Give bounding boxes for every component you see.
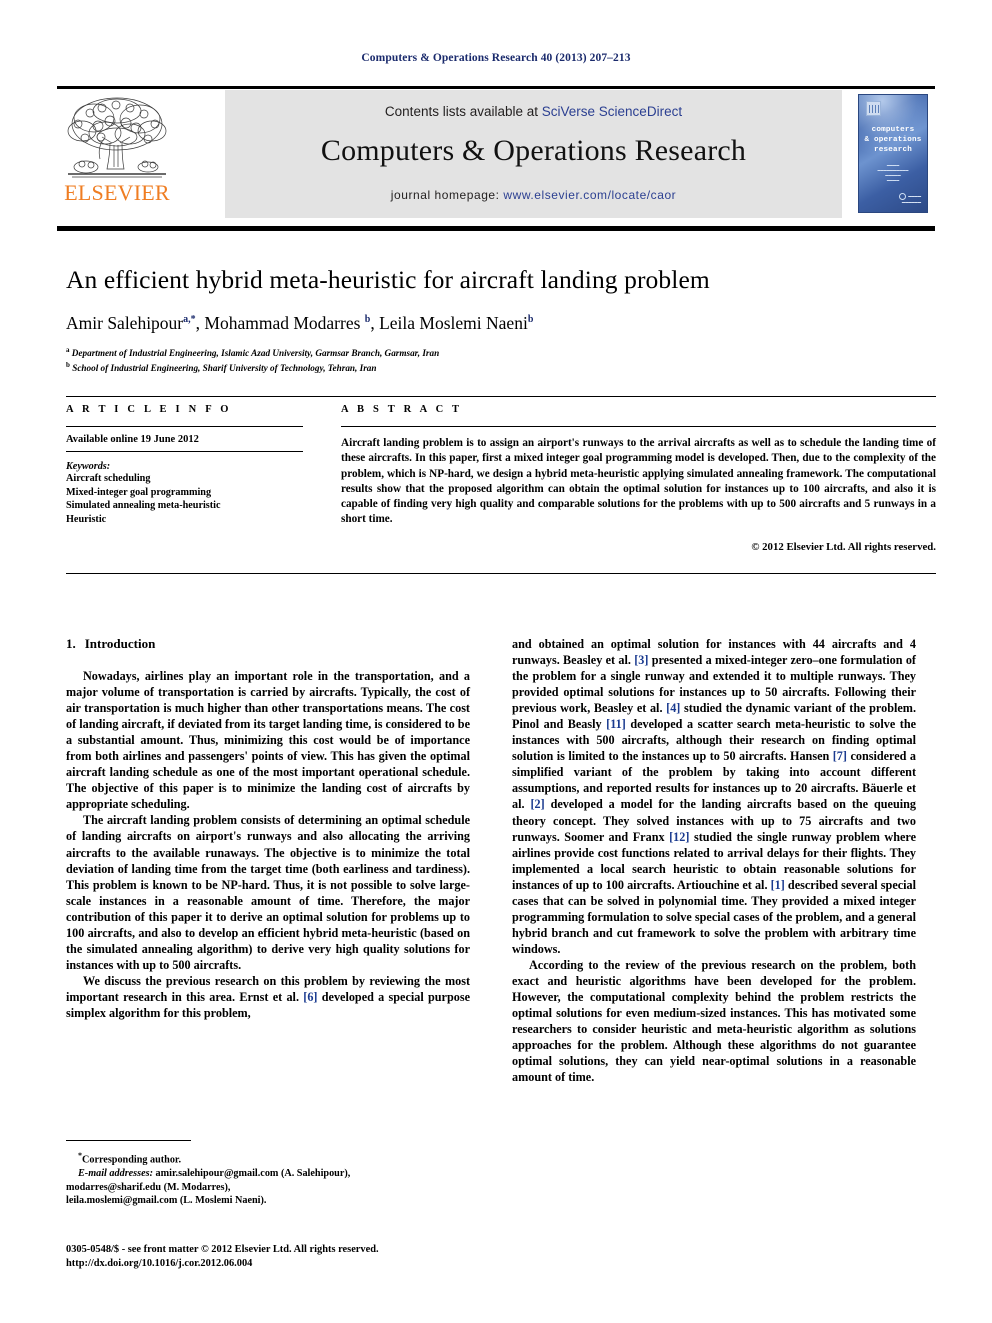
paragraph: The aircraft landing problem consists of… (66, 813, 470, 972)
author-name: Leila Moslemi Naeni (379, 312, 528, 333)
cover-title-line1: computers (871, 126, 915, 134)
abstract-text: Aircraft landing problem is to assign an… (341, 437, 936, 526)
author-list: Amir Salehipoura,*, Mohammad Modarres b,… (66, 312, 534, 333)
keyword-item: Aircraft scheduling (66, 473, 151, 484)
citation-ref[interactable]: [7] (833, 749, 847, 763)
citation-ref[interactable]: [3] (634, 653, 648, 667)
abstract-copyright: © 2012 Elsevier Ltd. All rights reserved… (751, 540, 936, 553)
email-note-line: E-mail addresses: amir.salehipour@gmail.… (66, 1167, 470, 1181)
citation-ref[interactable]: [1] (771, 878, 785, 892)
article-info-column: A R T I C L E I N F O Available online 1… (66, 404, 303, 526)
corresponding-author-note: *Corresponding author. (66, 1149, 470, 1167)
section-title: Introduction (84, 636, 156, 651)
footnote-rule (66, 1140, 191, 1141)
corresponding-author-star: * (190, 314, 196, 325)
imprint-block: 0305-0548/$ - see front matter © 2012 El… (66, 1243, 536, 1271)
available-online: Available online 19 June 2012 (66, 434, 303, 452)
cover-artwork: computers & operations research ▬▬▬▬ ▬▬▬▬… (858, 94, 928, 213)
masthead-bottom-rule (57, 226, 935, 231)
info-bottom-rule (66, 573, 936, 574)
email-value[interactable]: amir.salehipour@gmail.com (A. Salehipour… (153, 1168, 351, 1179)
paragraph: Nowadays, airlines play an important rol… (66, 669, 470, 812)
cover-title: computers & operations research (859, 125, 927, 155)
paragraph: According to the review of the previous … (512, 957, 916, 1085)
paper-page: Computers & Operations Research 40 (2013… (0, 0, 992, 1323)
affiliation-text: Department of Industrial Engineering, Is… (71, 347, 440, 358)
affiliation-marker: b (66, 361, 70, 370)
paper-title: An efficient hybrid meta-heuristic for a… (66, 265, 710, 294)
citation-ref[interactable]: [11] (606, 717, 626, 731)
affiliation-item: a Department of Industrial Engineering, … (66, 344, 936, 360)
author-affil-marker: b (527, 314, 534, 325)
keyword-item: Mixed-integer goal programming (66, 486, 212, 498)
elsevier-wordmark: ELSEVIER (64, 180, 170, 205)
cover-sciencedirect-icon (899, 193, 907, 201)
journal-banner: Contents lists available at SciVerse Sci… (225, 90, 842, 218)
homepage-prefix: journal homepage: (390, 188, 504, 202)
email-label: E-mail addresses: (78, 1167, 153, 1179)
keyword-item: Heuristic (66, 513, 107, 525)
abstract-heading: A B S T R A C T (341, 404, 463, 415)
running-head: Computers & Operations Research 40 (2013… (361, 52, 631, 64)
cover-subtitle: ▬▬▬▬ ▬▬▬▬▬▬▬▬▬▬ ▬▬▬▬▬ ▬▬▬▬ (877, 163, 909, 182)
citation-ref[interactable]: [4] (666, 701, 680, 715)
journal-homepage-line: journal homepage: www.elsevier.com/locat… (225, 188, 842, 202)
journal-title: Computers & Operations Research (320, 134, 747, 167)
email-note-line[interactable]: leila.moslemi@gmail.com (L. Moslemi Naen… (66, 1194, 470, 1208)
cover-footer: ▬▬▬▬ ▬▬▬▬▬▬ (869, 193, 921, 205)
contents-lists-prefix: Contents lists available at (384, 104, 542, 119)
sciencedirect-link[interactable]: SciVerse ScienceDirect (542, 104, 682, 119)
author-name: Amir Salehipour (66, 312, 184, 333)
keywords-label: Keywords: (66, 461, 111, 472)
email-note-line[interactable]: modarres@sharif.edu (M. Modarres), (66, 1181, 470, 1195)
citation-ref[interactable]: [2] (530, 797, 544, 811)
cover-title-line3: research (873, 146, 913, 154)
author-affil-marker: b (364, 314, 371, 325)
affiliation-text: School of Industrial Engineering, Sharif… (72, 363, 377, 374)
paragraph: We discuss the previous research on this… (66, 973, 470, 1021)
author-affil-marker: a, (183, 314, 191, 325)
article-info-heading-rule (66, 426, 303, 427)
journal-cover-thumbnail: computers & operations research ▬▬▬▬ ▬▬▬▬… (850, 89, 935, 218)
citation-ref[interactable]: [6] (303, 990, 317, 1004)
masthead-top-rule (57, 86, 935, 89)
title-block: An efficient hybrid meta-heuristic for a… (66, 265, 936, 375)
section-heading-introduction: 1. Introduction (66, 636, 470, 652)
citation-ref[interactable]: [12] (669, 830, 689, 844)
abstract-heading-rule (341, 426, 936, 427)
cover-elsevier-icon (866, 101, 881, 116)
issn-copyright-line: 0305-0548/$ - see front matter © 2012 El… (66, 1244, 379, 1255)
affiliation-item: b School of Industrial Engineering, Shar… (66, 359, 936, 375)
abstract-column: A B S T R A C T Aircraft landing problem… (341, 404, 936, 553)
journal-masthead: ELSEVIER Contents lists available at Sci… (57, 86, 935, 231)
doi-line[interactable]: http://dx.doi.org/10.1016/j.cor.2012.06.… (66, 1257, 536, 1271)
corresponding-author-text: Corresponding author. (82, 1154, 182, 1166)
keyword-item: Simulated annealing meta-heuristic (66, 500, 221, 511)
homepage-link[interactable]: www.elsevier.com/locate/caor (503, 188, 676, 202)
footnote-area: *Corresponding author. E-mail addresses:… (66, 1140, 470, 1208)
author-name: Mohammad Modarres (204, 312, 361, 333)
affiliation-marker: a (66, 345, 70, 354)
cover-title-line2: & operations (864, 136, 922, 144)
contents-lists-line: Contents lists available at SciVerse Sci… (225, 104, 842, 119)
affiliation-list: a Department of Industrial Engineering, … (66, 344, 936, 375)
column-right: and obtained an optimal solution for ins… (512, 636, 916, 1085)
column-left: 1. Introduction Nowadays, airlines play a… (66, 636, 470, 1021)
info-top-rule (66, 396, 936, 397)
paragraph: and obtained an optimal solution for ins… (512, 636, 916, 957)
section-number: 1. (66, 636, 76, 651)
article-info-heading: A R T I C L E I N F O (66, 404, 232, 415)
